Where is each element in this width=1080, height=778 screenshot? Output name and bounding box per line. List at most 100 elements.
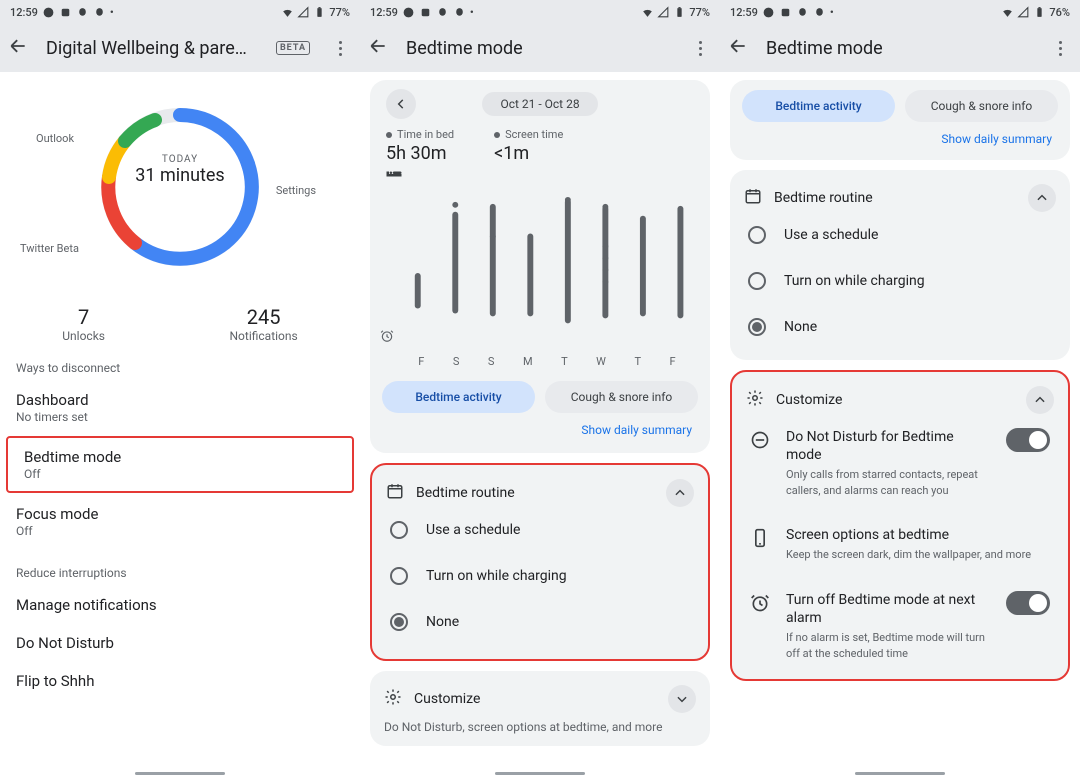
toggle-alarm-off[interactable] [1006, 591, 1050, 615]
status-bar: 12:59 • 76% [720, 0, 1080, 24]
activity-card-tail: Bedtime activity Cough & snore info Show… [730, 80, 1070, 160]
bed-icon [386, 164, 402, 183]
app-bar: Digital Wellbeing & pare… BETA [0, 24, 360, 72]
nav-handle[interactable] [135, 772, 225, 775]
bedtime-chart[interactable]: F S S M T W T F [382, 191, 698, 371]
tab-bedtime-activity[interactable]: Bedtime activity [382, 381, 535, 413]
overflow-menu-icon[interactable] [688, 36, 712, 60]
overflow-menu-icon[interactable] [1048, 36, 1072, 60]
row-turn-off-at-alarm[interactable]: Turn off Bedtime mode at next alarm If n… [746, 577, 1054, 675]
battery-icon [1033, 6, 1046, 19]
show-daily-summary-link[interactable]: Show daily summary [742, 122, 1058, 150]
time-in-bed-metric: Time in bed 5h 30m [386, 128, 454, 183]
row-manage-notifications[interactable]: Manage notifications [0, 586, 360, 624]
game-icon [93, 6, 106, 19]
slack-icon [779, 6, 792, 19]
back-icon[interactable] [728, 36, 748, 60]
messenger-icon [762, 6, 775, 19]
customize-card-collapsed[interactable]: Customize Do Not Disturb, screen options… [370, 671, 710, 746]
donut-today-label: TODAY [135, 154, 224, 165]
battery-pct: 77% [329, 6, 350, 19]
dnd-icon [750, 430, 772, 454]
option-use-schedule[interactable]: Use a schedule [386, 507, 694, 553]
option-while-charging[interactable]: Turn on while charging [744, 258, 1056, 304]
clock: 12:59 [370, 6, 398, 19]
overflow-menu-icon[interactable] [328, 36, 352, 60]
phone-icon [750, 528, 772, 552]
toggle-dnd[interactable] [1006, 428, 1050, 452]
tab-cough-snore[interactable]: Cough & snore info [905, 90, 1058, 122]
battery-pct: 76% [1049, 6, 1070, 19]
more-notif: • [110, 6, 114, 19]
row-flip-to-shhh[interactable]: Flip to Shhh [0, 662, 360, 700]
calendar-icon [744, 187, 762, 209]
back-icon[interactable] [368, 36, 388, 60]
routine-title: Bedtime routine [416, 485, 654, 501]
status-bar: 12:59 • 77% [360, 0, 720, 24]
collapse-button[interactable] [1026, 386, 1054, 414]
page-title: Bedtime mode [766, 38, 1030, 59]
date-range-chip[interactable]: Oct 21 - Oct 28 [482, 92, 597, 116]
alarm-icon [750, 593, 772, 617]
game-icon [453, 6, 466, 19]
game-icon [796, 6, 809, 19]
back-icon[interactable] [8, 36, 28, 60]
signal-icon [657, 6, 670, 19]
collapse-button[interactable] [1028, 184, 1056, 212]
app-bar: Bedtime mode [720, 24, 1080, 72]
radio-icon-selected [748, 318, 766, 336]
nav-handle[interactable] [495, 772, 585, 775]
nav-handle[interactable] [855, 772, 945, 775]
beta-badge: BETA [276, 41, 310, 55]
option-use-schedule[interactable]: Use a schedule [744, 212, 1056, 258]
section-ways-to-disconnect: Ways to disconnect [0, 343, 360, 381]
slack-icon [419, 6, 432, 19]
activity-card: Oct 21 - Oct 28 Time in bed 5h 30m Scree… [370, 80, 710, 453]
unlocks-stat[interactable]: 7 Unlocks [62, 305, 105, 343]
row-screen-options[interactable]: Screen options at bedtime Keep the scree… [746, 512, 1054, 577]
option-none[interactable]: None [386, 599, 694, 645]
donut-label-outlook: Outlook [36, 132, 74, 145]
show-daily-summary-link[interactable]: Show daily summary [382, 413, 698, 441]
donut-label-twitter: Twitter Beta [20, 242, 79, 255]
donut-total-time: 31 minutes [135, 165, 224, 186]
messenger-icon [42, 6, 55, 19]
battery-icon [313, 6, 326, 19]
page-title: Bedtime mode [406, 38, 670, 59]
donut-label-settings: Settings [276, 184, 316, 197]
battery-pct: 77% [689, 6, 710, 19]
radio-icon [748, 226, 766, 244]
clock: 12:59 [10, 6, 38, 19]
section-reduce-interruptions: Reduce interruptions [0, 548, 360, 586]
row-dnd-bedtime[interactable]: Do Not Disturb for Bedtime mode Only cal… [746, 414, 1054, 512]
row-focus-mode[interactable]: Focus mode Off [0, 495, 360, 548]
notifications-stat[interactable]: 245 Notifications [230, 305, 298, 343]
signal-icon [1017, 6, 1030, 19]
customize-card-expanded: Customize Do Not Disturb for Bedtime mod… [730, 370, 1070, 681]
gear-icon [746, 389, 764, 411]
wifi-icon [1001, 6, 1014, 19]
prev-week-button[interactable] [386, 89, 416, 119]
wifi-icon [641, 6, 654, 19]
signal-icon [297, 6, 310, 19]
row-dashboard[interactable]: Dashboard No timers set [0, 381, 360, 434]
wifi-icon [281, 6, 294, 19]
radio-icon-selected [390, 613, 408, 631]
app-bar: Bedtime mode [360, 24, 720, 72]
option-none[interactable]: None [744, 304, 1056, 350]
alarm-icon [380, 328, 394, 347]
collapse-button[interactable] [666, 479, 694, 507]
option-while-charging[interactable]: Turn on while charging [386, 553, 694, 599]
expand-button[interactable] [668, 685, 696, 713]
battery-icon [673, 6, 686, 19]
clock: 12:59 [730, 6, 758, 19]
row-do-not-disturb[interactable]: Do Not Disturb [0, 624, 360, 662]
tab-bedtime-activity[interactable]: Bedtime activity [742, 90, 895, 122]
messenger-icon [402, 6, 415, 19]
usage-donut-chart[interactable]: TODAY 31 minutes Outlook Settings Twitte… [0, 72, 360, 297]
tab-cough-snore[interactable]: Cough & snore info [545, 381, 698, 413]
row-bedtime-mode[interactable]: Bedtime mode Off [6, 436, 354, 493]
radio-icon [390, 521, 408, 539]
status-bar: 12:59 • 77% [0, 0, 360, 24]
screen-time-metric: Screen time <1m [494, 128, 563, 183]
